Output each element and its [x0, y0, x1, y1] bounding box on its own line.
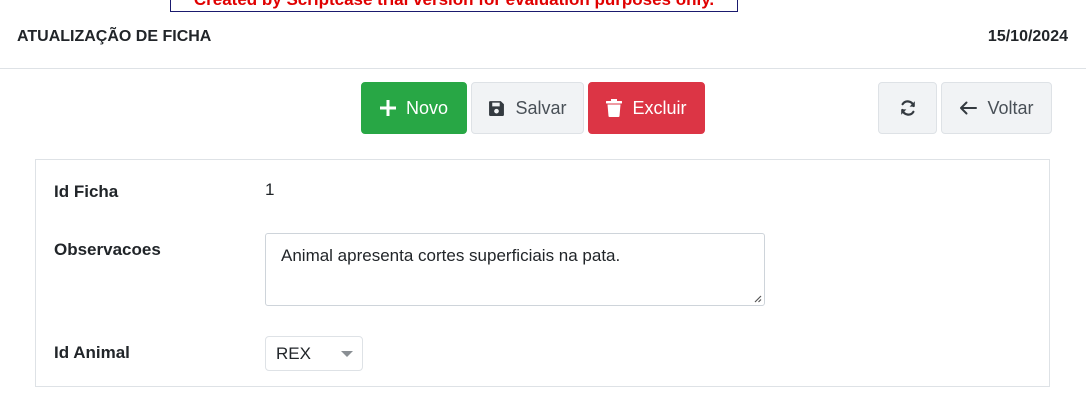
voltar-label: Voltar — [987, 97, 1034, 118]
refresh-button[interactable] — [878, 82, 937, 134]
id-animal-selected: REX — [276, 344, 311, 363]
save-icon — [489, 100, 505, 116]
novo-button[interactable]: Novo — [361, 82, 467, 134]
page-title: ATUALIZAÇÃO DE FICHA — [17, 28, 212, 45]
id-ficha-value: 1 — [265, 180, 275, 199]
id-ficha-label: Id Ficha — [54, 182, 119, 201]
voltar-button[interactable]: Voltar — [941, 82, 1052, 134]
excluir-label: Excluir — [632, 97, 687, 118]
form-panel: Id Ficha 1 Observacoes Animal apresenta … — [35, 159, 1050, 387]
refresh-icon — [900, 100, 915, 116]
id-animal-select[interactable]: REX — [265, 336, 363, 371]
chevron-down-icon — [341, 351, 353, 357]
novo-label: Novo — [405, 97, 449, 118]
trial-banner: Created by Scriptcase trial version for … — [170, 0, 738, 12]
salvar-button[interactable]: Salvar — [471, 82, 584, 134]
header-date: 15/10/2024 — [987, 28, 1068, 45]
resize-grip-icon[interactable] — [752, 293, 762, 303]
trash-icon — [606, 99, 623, 117]
excluir-button[interactable]: Excluir — [588, 82, 705, 134]
id-animal-label: Id Animal — [54, 343, 130, 362]
arrow-left-icon — [960, 101, 978, 115]
plus-icon — [379, 100, 396, 116]
salvar-label: Salvar — [515, 97, 567, 118]
observacoes-label: Observacoes — [54, 240, 161, 259]
observacoes-field[interactable]: Animal apresenta cortes superficiais na … — [265, 233, 765, 306]
